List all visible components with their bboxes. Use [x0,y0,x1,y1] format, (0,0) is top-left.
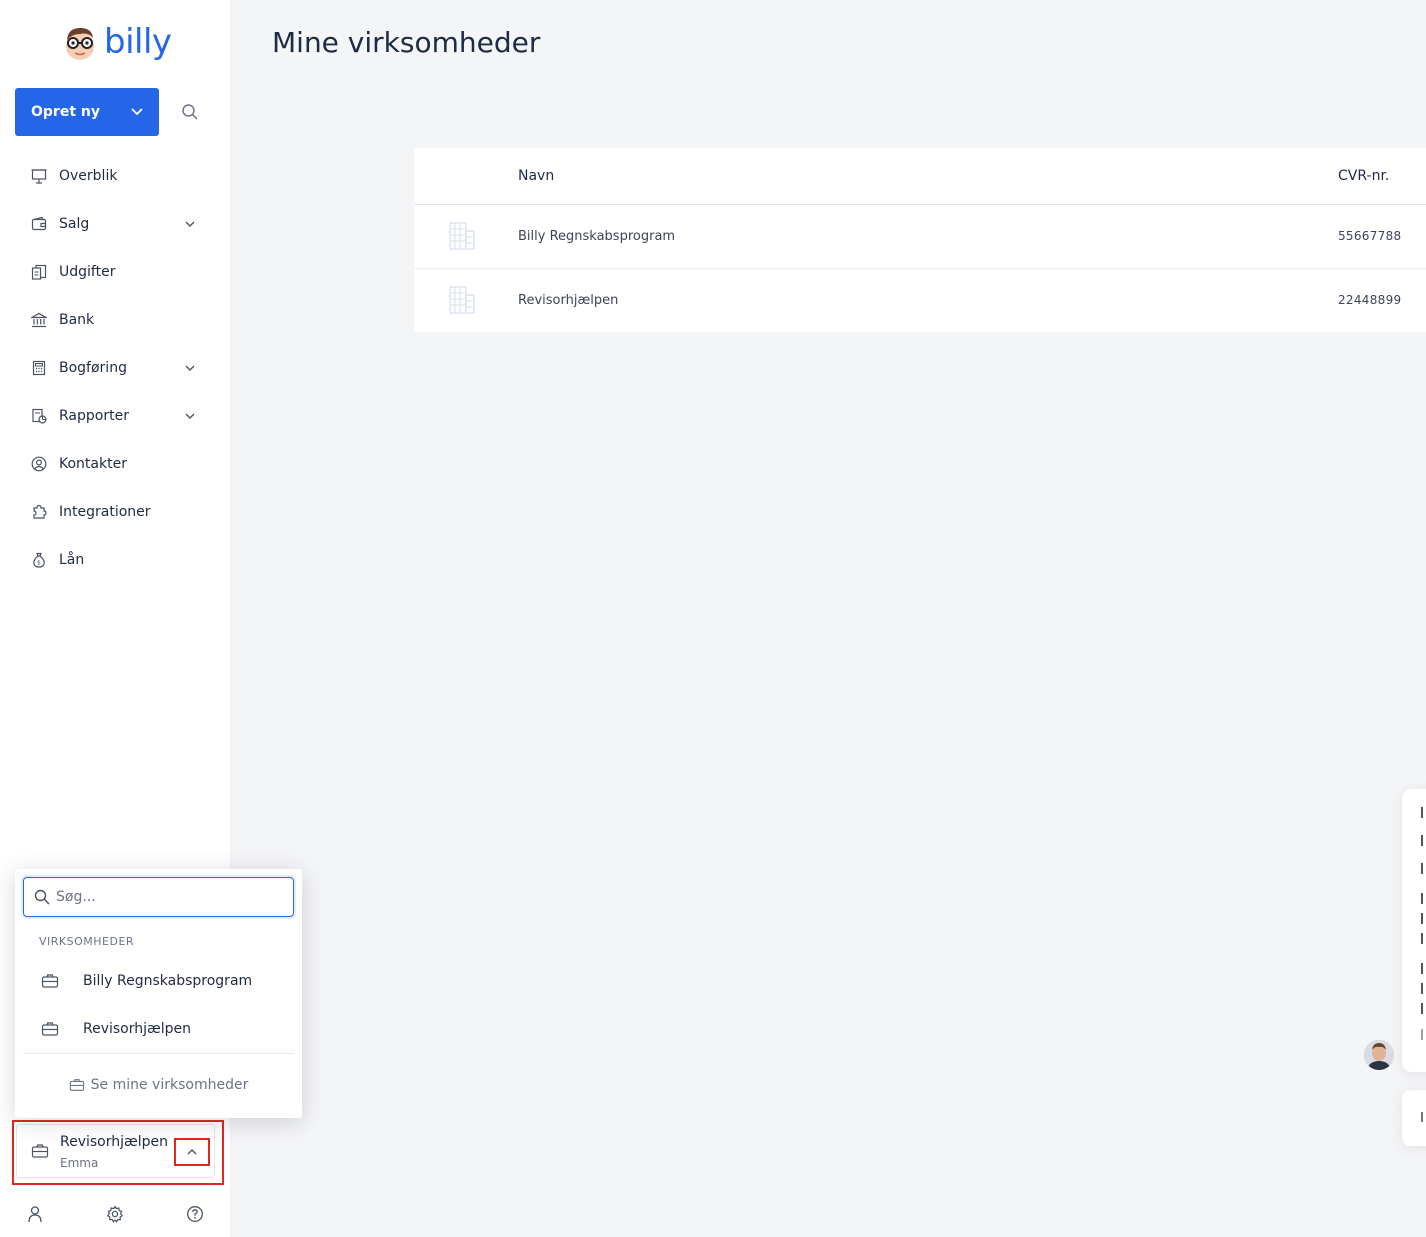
see-my-companies-label: Se mine virksomheder [90,1077,249,1093]
chevron-down-icon [185,413,195,419]
sidebar-item-bank[interactable]: Bank [0,296,231,344]
row-cvr: 22448899 [1338,293,1402,307]
company-switcher-popup: VIRKSOMHEDER Billy Regnskabsprogram Revi… [15,869,302,1118]
chevron-down-icon [185,365,195,371]
chevron-down-icon [185,221,195,227]
chat-text-fragment [1421,893,1426,904]
billy-logo[interactable]: billy [62,22,172,62]
sidebar-item-label: Lån [59,552,85,568]
chat-agent-avatar[interactable] [1364,1040,1394,1070]
search-icon [34,889,50,905]
help-icon [187,1206,203,1222]
billy-mascot-icon [66,28,94,60]
sidebar-item-label: Bank [59,312,95,328]
logo-text: billy [104,22,172,62]
company-toggle-button[interactable] [174,1138,210,1166]
row-company-name: Billy Regnskabsprogram [518,229,676,244]
briefcase-icon [41,1020,59,1038]
sidebar-item-label: Rapporter [59,408,129,424]
section-label: VIRKSOMHEDER [39,935,135,948]
company-name: Revisorhjælpen [60,1134,169,1150]
create-new-label: Opret ny [31,104,100,120]
company-option-label: Revisorhjælpen [83,1021,192,1037]
sidebar-item-lan[interactable]: $ Lån [0,536,231,584]
report-icon [30,407,48,425]
wallet-icon [30,215,48,233]
chat-text-fragment [1421,863,1426,874]
chat-text-fragment [1421,835,1426,846]
sidebar-item-kontakter[interactable]: Kontakter [0,440,231,488]
row-cvr: 55667788 [1338,229,1402,243]
row-company-name: Revisorhjælpen [518,293,619,308]
company-selector[interactable]: Revisorhjælpen Emma [16,1124,215,1178]
sidebar-item-label: Kontakter [59,456,127,472]
bank-icon [30,311,48,329]
column-header-cvr[interactable]: CVR-nr. [1338,168,1389,184]
sidebar-item-salg[interactable]: Salg [0,200,231,248]
chat-text-fragment [1421,807,1426,818]
table-row[interactable]: Revisorhjælpen 22448899 [414,269,1426,332]
search-icon [182,104,198,120]
sidebar-item-label: Bogføring [59,360,127,376]
sidebar-item-overblik[interactable]: Overblik [0,152,231,200]
briefcase-icon [41,972,59,990]
sidebar-item-integrationer[interactable]: Integrationer [0,488,231,536]
help-button[interactable] [185,1204,205,1224]
chevron-down-icon [131,108,143,116]
chat-message-panel[interactable] [1402,789,1426,1072]
sidebar-item-label: Integrationer [59,504,151,520]
chat-text-fragment [1421,1003,1426,1014]
sidebar-item-label: Udgifter [59,264,116,280]
user-circle-icon [30,455,48,473]
puzzle-icon [30,503,48,521]
chat-text-fragment [1421,983,1426,994]
briefcase-icon [69,1079,84,1091]
popup-search-field[interactable] [23,877,294,917]
company-user: Emma [60,1156,99,1170]
presentation-icon [30,167,48,185]
sidebar-item-bogforing[interactable]: Bogføring [0,344,231,392]
company-option[interactable]: Billy Regnskabsprogram [23,959,294,1003]
table-row[interactable]: Billy Regnskabsprogram 55667788 [414,205,1426,268]
chat-text-fragment [1421,1029,1426,1040]
money-bag-icon: $ [30,551,48,569]
page-title: Mine virksomheder [272,26,541,59]
sidebar-item-label: Overblik [59,168,118,184]
companies-table: Navn CVR-nr. Billy Regnskabsprogram 5566… [414,148,1426,332]
gear-icon [106,1205,124,1223]
create-new-button[interactable]: Opret ny [15,88,159,136]
profile-button[interactable] [25,1204,45,1224]
company-option[interactable]: Revisorhjælpen [23,1007,294,1051]
chevron-up-icon [187,1149,197,1155]
calculator-icon [30,359,48,377]
company-option-label: Billy Regnskabsprogram [83,973,253,989]
chat-input-box[interactable] [1402,1090,1426,1146]
sidebar-footer [0,1200,231,1230]
building-icon [449,286,475,314]
see-my-companies-link[interactable]: Se mine virksomheder [15,1067,302,1103]
popup-search-input[interactable] [54,888,278,906]
chat-text-fragment [1421,913,1426,924]
building-icon [449,222,475,250]
chat-text-fragment [1421,1112,1426,1122]
divider [23,1053,294,1054]
sidebar-nav: Overblik Salg Udgifter Bank Bogføring Ra… [0,152,231,584]
settings-button[interactable] [105,1204,125,1224]
column-header-name[interactable]: Navn [518,168,554,184]
chat-text-fragment [1421,963,1426,974]
sidebar-item-rapporter[interactable]: Rapporter [0,392,231,440]
search-button[interactable] [178,100,202,124]
sidebar-item-udgifter[interactable]: Udgifter [0,248,231,296]
briefcase-icon [31,1142,49,1160]
chat-text-fragment [1421,933,1426,944]
receipts-icon [30,263,48,281]
sidebar-item-label: Salg [59,216,90,232]
svg-text:$: $ [37,560,41,567]
user-icon [28,1206,42,1223]
